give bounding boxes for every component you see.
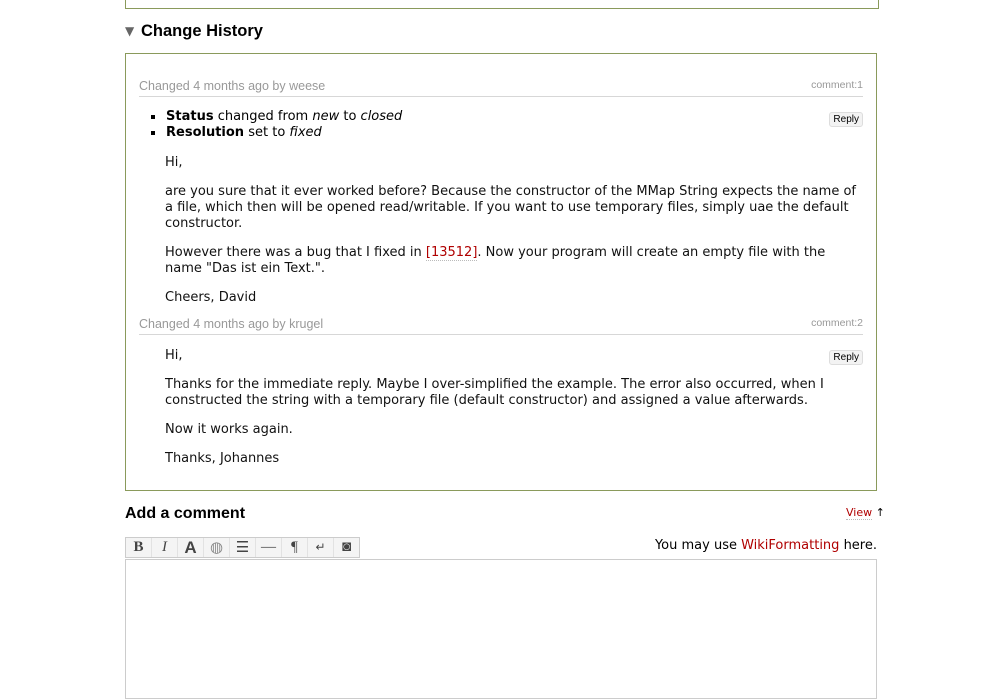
image-button[interactable]: ◙ bbox=[334, 538, 359, 557]
view-link[interactable]: View bbox=[846, 506, 873, 520]
comment-paragraph: Hi, bbox=[165, 155, 183, 170]
comment-paragraph: Hi, bbox=[165, 348, 183, 363]
up-arrow-icon: ↑ bbox=[875, 506, 885, 519]
comment-number-link[interactable]: comment:1 bbox=[811, 79, 863, 91]
code-block-button[interactable]: ☰ bbox=[230, 538, 256, 557]
change-history-header[interactable]: ▼ Change History bbox=[125, 20, 263, 42]
wiki-formatting-hint: You may use WikiFormatting here. bbox=[654, 538, 877, 553]
horizontal-rule-button[interactable]: — bbox=[256, 538, 282, 557]
bold-button[interactable]: B bbox=[126, 538, 152, 557]
change-author-line: Changed 4 months ago by weese bbox=[139, 79, 326, 93]
comment-textarea[interactable] bbox=[125, 559, 877, 699]
comment-paragraph: Thanks, Johannes bbox=[165, 451, 280, 466]
field-change-resolution: Resolution set to fixed bbox=[151, 125, 402, 141]
field-changes: Status changed from new to closed Resolu… bbox=[151, 109, 402, 141]
comment-number-link[interactable]: comment:2 bbox=[811, 317, 863, 329]
wikiformatting-link[interactable]: WikiFormatting bbox=[741, 538, 839, 553]
change-history-title: Change History bbox=[141, 21, 263, 40]
comment-paragraph: Now it works again. bbox=[165, 422, 293, 437]
view-link-group: View ↑ bbox=[846, 506, 885, 520]
change-author-line: Changed 4 months ago by krugel bbox=[139, 317, 324, 331]
change-header-2: Changed 4 months ago by krugel comment:2 bbox=[139, 317, 863, 335]
wiki-toolbar: B I A ◍ ☰ — ¶ ↵ ◙ bbox=[125, 537, 360, 558]
previous-section-box bbox=[125, 0, 879, 9]
comment-paragraph: are you sure that it ever worked before?… bbox=[165, 184, 856, 231]
italic-button[interactable]: I bbox=[152, 538, 178, 557]
field-change-status: Status changed from new to closed bbox=[151, 109, 402, 125]
changeset-link[interactable]: [13512] bbox=[425, 245, 478, 261]
change-history-box: Changed 4 months ago by weese comment:1 … bbox=[125, 53, 877, 491]
line-break-button[interactable]: ↵ bbox=[308, 538, 334, 557]
comment-paragraph: However there was a bug that I fixed in … bbox=[165, 245, 826, 276]
reply-button[interactable]: Reply bbox=[829, 112, 863, 127]
change-header-1: Changed 4 months ago by weese comment:1 bbox=[139, 79, 863, 97]
collapse-triangle-icon[interactable]: ▼ bbox=[125, 24, 141, 38]
comment-paragraph: Thanks for the immediate reply. Maybe I … bbox=[165, 377, 824, 408]
paragraph-button[interactable]: ¶ bbox=[282, 538, 308, 557]
add-comment-title: Add a comment bbox=[125, 505, 246, 522]
link-button[interactable]: ◍ bbox=[204, 538, 230, 557]
heading-button[interactable]: A bbox=[178, 538, 204, 557]
comment-paragraph: Cheers, David bbox=[165, 290, 257, 305]
